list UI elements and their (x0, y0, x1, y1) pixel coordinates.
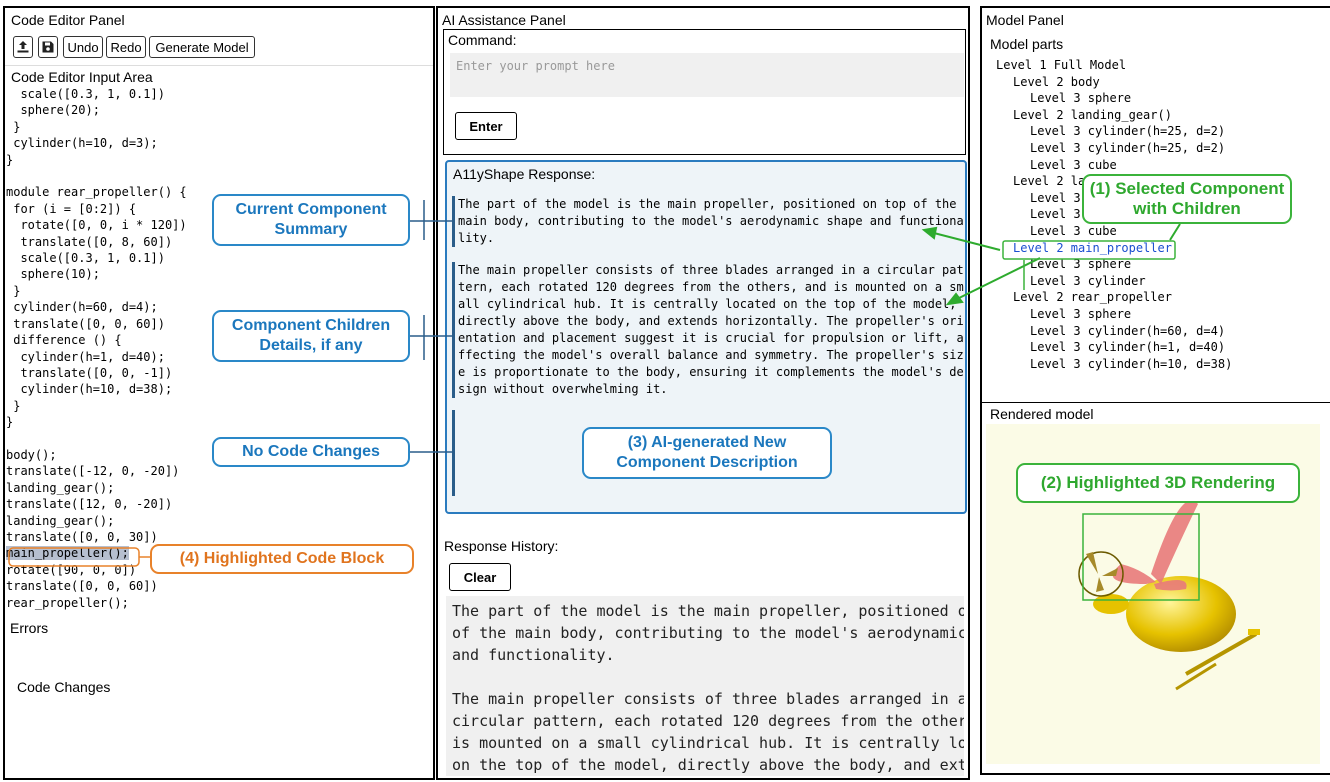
callout-children-details: Component Children Details, if any (212, 310, 410, 362)
callout-highlighted-rendering: (2) Highlighted 3D Rendering (1016, 463, 1300, 503)
annotation-connectors (8, 200, 1181, 567)
callout-no-code-changes: No Code Changes (212, 437, 410, 467)
callout-current-summary: Current Component Summary (212, 194, 410, 246)
callout-selected-component: (1) Selected Component with Children (1082, 174, 1292, 224)
callout-ai-generated: (3) AI-generated New Component Descripti… (582, 427, 832, 479)
callout-highlighted-code: (4) Highlighted Code Block (150, 544, 414, 574)
